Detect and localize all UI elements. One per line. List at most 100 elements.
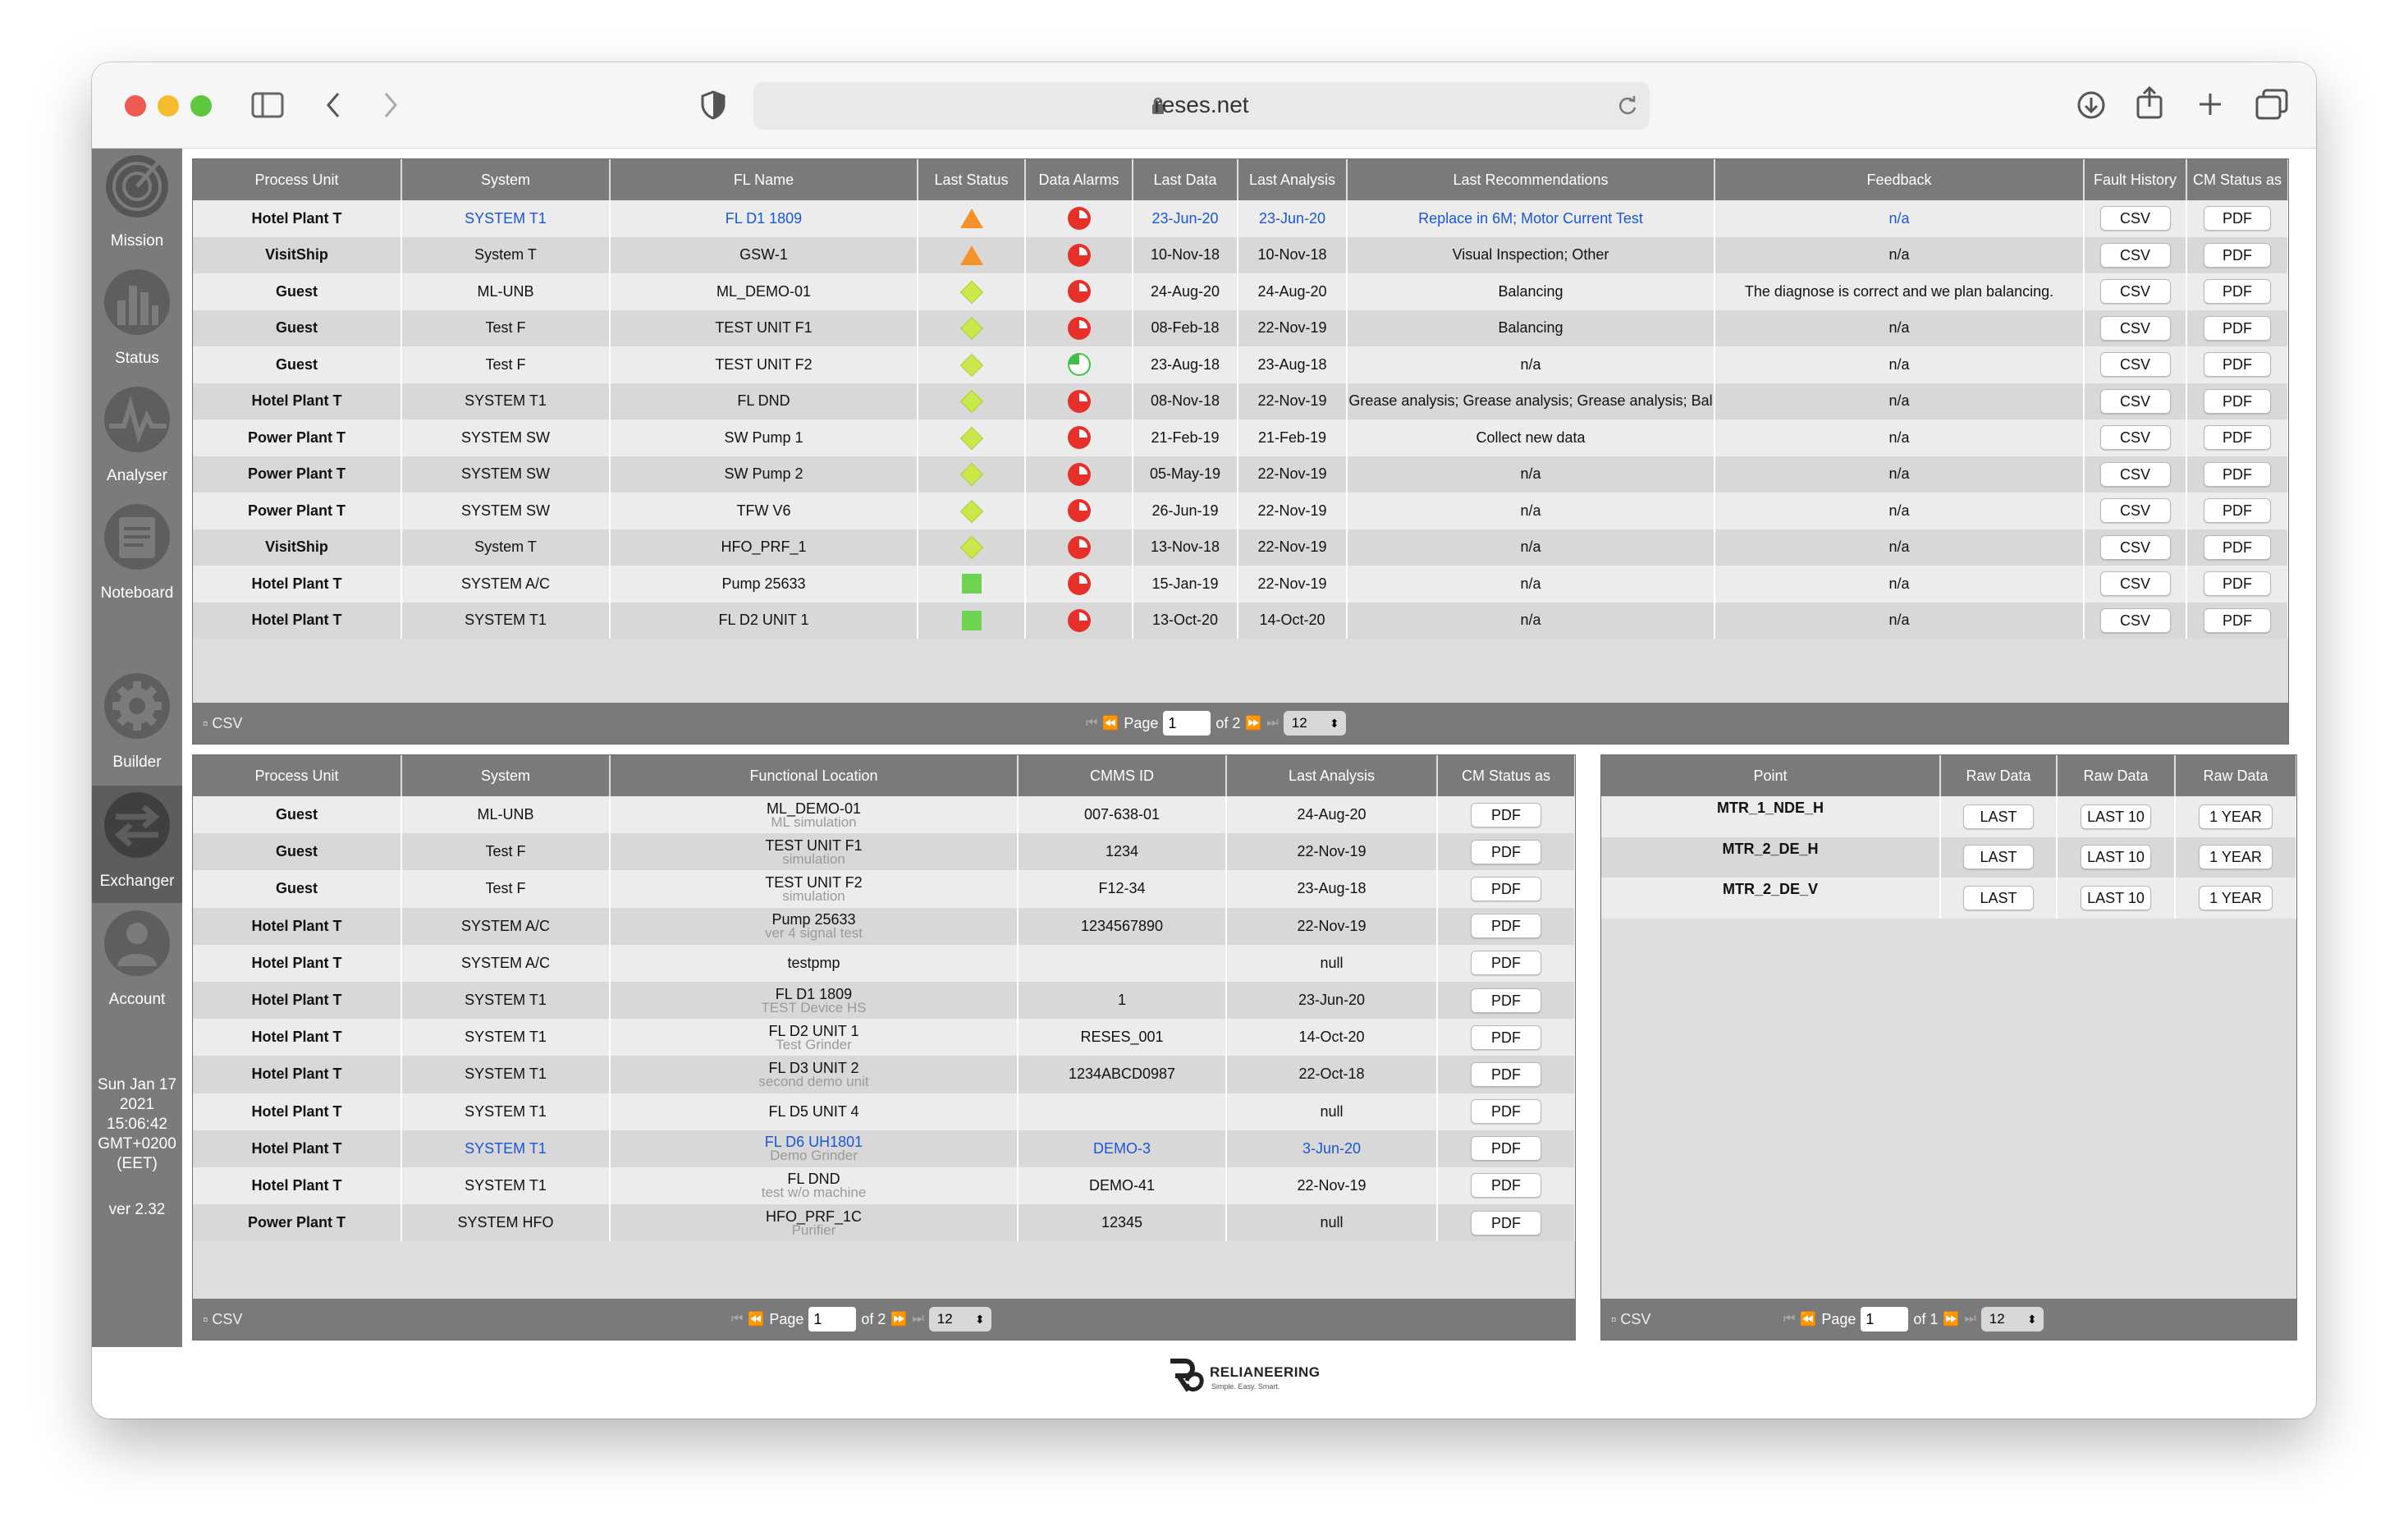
csv-button[interactable]: CSV bbox=[2099, 279, 2171, 305]
pdf-button[interactable]: PDF bbox=[2204, 425, 2271, 451]
page-input[interactable]: 1 bbox=[1163, 711, 1211, 736]
pdf-button[interactable]: PDF bbox=[2204, 279, 2271, 305]
pdf-button[interactable]: PDF bbox=[1471, 951, 1541, 976]
column-header[interactable]: Last Status bbox=[918, 159, 1026, 200]
column-header[interactable]: FL Name bbox=[610, 159, 918, 200]
pdf-button[interactable]: PDF bbox=[2204, 607, 2271, 633]
prev-page-icon[interactable]: ⏪ bbox=[1800, 1311, 1816, 1327]
first-page-icon[interactable]: ⏮ bbox=[1783, 1312, 1795, 1327]
column-header[interactable]: Raw Data bbox=[1940, 755, 2058, 796]
export-csv-link[interactable]: ▫ CSV bbox=[203, 1311, 242, 1328]
pdf-button[interactable]: PDF bbox=[1471, 839, 1541, 864]
pdf-button[interactable]: PDF bbox=[1471, 988, 1541, 1013]
last-10-button[interactable]: LAST 10 bbox=[2081, 845, 2151, 870]
sidebar-item-status[interactable]: Status bbox=[92, 266, 182, 381]
share-icon[interactable] bbox=[2136, 85, 2163, 120]
address-bar[interactable]: reses.net bbox=[753, 82, 1650, 130]
last-10-button[interactable]: LAST 10 bbox=[2081, 885, 2151, 910]
close-window-button[interactable] bbox=[125, 95, 146, 117]
pdf-button[interactable]: PDF bbox=[2204, 534, 2271, 560]
per-page-select[interactable]: 12 ⬍ bbox=[1283, 711, 1346, 736]
download-icon[interactable] bbox=[2076, 90, 2106, 120]
first-page-icon[interactable]: ⏮ bbox=[1086, 716, 1097, 731]
new-tab-icon[interactable] bbox=[2196, 90, 2224, 118]
pdf-button[interactable]: PDF bbox=[2204, 352, 2271, 378]
column-header[interactable]: Feedback bbox=[1714, 159, 2085, 200]
csv-button[interactable]: CSV bbox=[2099, 388, 2171, 414]
pdf-button[interactable]: PDF bbox=[1471, 1099, 1541, 1125]
column-header[interactable]: Last Data bbox=[1133, 159, 1238, 200]
sidebar-item-builder[interactable]: Builder bbox=[92, 670, 182, 785]
pdf-button[interactable]: PDF bbox=[2204, 461, 2271, 487]
column-header[interactable]: Functional Location bbox=[610, 755, 1019, 796]
pdf-button[interactable]: PDF bbox=[1471, 914, 1541, 939]
prev-page-icon[interactable]: ⏪ bbox=[748, 1311, 764, 1327]
csv-button[interactable]: CSV bbox=[2099, 425, 2171, 451]
last-button[interactable]: LAST bbox=[1963, 804, 2034, 829]
pdf-button[interactable]: PDF bbox=[1471, 1136, 1541, 1162]
per-page-select[interactable]: 12 ⬍ bbox=[1980, 1307, 2044, 1331]
pdf-button[interactable]: PDF bbox=[2204, 242, 2271, 268]
page-input[interactable]: 1 bbox=[1861, 1307, 1909, 1331]
sidebar-toggle-icon[interactable] bbox=[251, 92, 284, 118]
pdf-button[interactable]: PDF bbox=[2204, 315, 2271, 341]
csv-button[interactable]: CSV bbox=[2099, 571, 2171, 597]
last-button[interactable]: LAST bbox=[1963, 845, 2034, 870]
column-header[interactable]: Last Analysis bbox=[1226, 755, 1438, 796]
csv-button[interactable]: CSV bbox=[2099, 206, 2171, 231]
page-input[interactable]: 1 bbox=[808, 1307, 857, 1331]
export-csv-link[interactable]: ▫ CSV bbox=[1611, 1311, 1650, 1328]
pdf-button[interactable]: PDF bbox=[2204, 498, 2271, 524]
column-header[interactable]: CM Status as bbox=[2186, 159, 2288, 200]
csv-button[interactable]: CSV bbox=[2099, 498, 2171, 524]
export-csv-link[interactable]: ▫ CSV bbox=[203, 715, 242, 732]
column-header[interactable]: Raw Data bbox=[2175, 755, 2296, 796]
pdf-button[interactable]: PDF bbox=[1471, 1061, 1541, 1087]
per-page-select[interactable]: 12 ⬍ bbox=[928, 1307, 991, 1331]
column-header[interactable]: Raw Data bbox=[2057, 755, 2176, 796]
back-arrow-icon[interactable] bbox=[323, 90, 343, 120]
pdf-button[interactable]: PDF bbox=[2204, 388, 2271, 414]
csv-button[interactable]: CSV bbox=[2099, 461, 2171, 487]
column-header[interactable]: Data Alarms bbox=[1025, 159, 1133, 200]
pdf-button[interactable]: PDF bbox=[2204, 206, 2271, 231]
forward-arrow-icon[interactable] bbox=[381, 90, 401, 120]
column-header[interactable]: CM Status as bbox=[1437, 755, 1575, 796]
last-page-icon[interactable]: ⏭ bbox=[1266, 716, 1278, 731]
tab-overview-icon[interactable] bbox=[2255, 89, 2288, 120]
column-header[interactable]: System bbox=[401, 159, 611, 200]
last-10-button[interactable]: LAST 10 bbox=[2081, 804, 2151, 829]
one-year-button[interactable]: 1 YEAR bbox=[2199, 845, 2273, 870]
pdf-button[interactable]: PDF bbox=[1471, 1210, 1541, 1235]
last-page-icon[interactable]: ⏭ bbox=[912, 1312, 923, 1327]
csv-button[interactable]: CSV bbox=[2099, 534, 2171, 560]
column-header[interactable]: Fault History bbox=[2084, 159, 2187, 200]
pdf-button[interactable]: PDF bbox=[1471, 1173, 1541, 1199]
one-year-button[interactable]: 1 YEAR bbox=[2199, 804, 2273, 829]
column-header[interactable]: Point bbox=[1601, 755, 1941, 796]
pdf-button[interactable]: PDF bbox=[1471, 1024, 1541, 1050]
csv-button[interactable]: CSV bbox=[2099, 242, 2171, 268]
sidebar-item-mission[interactable]: Mission bbox=[92, 149, 182, 264]
column-header[interactable]: System bbox=[401, 755, 611, 796]
zoom-window-button[interactable] bbox=[190, 95, 212, 117]
last-page-icon[interactable]: ⏭ bbox=[1964, 1312, 1975, 1327]
pdf-button[interactable]: PDF bbox=[1471, 876, 1541, 901]
minimize-window-button[interactable] bbox=[158, 95, 179, 117]
csv-button[interactable]: CSV bbox=[2099, 315, 2171, 341]
one-year-button[interactable]: 1 YEAR bbox=[2199, 885, 2273, 910]
sidebar-item-exchanger[interactable]: Exchanger bbox=[92, 786, 182, 903]
sidebar-item-account[interactable]: Account bbox=[92, 907, 182, 1022]
sidebar-item-noteboard[interactable]: Noteboard bbox=[92, 501, 182, 616]
shield-icon[interactable] bbox=[701, 90, 726, 120]
csv-button[interactable]: CSV bbox=[2099, 352, 2171, 378]
first-page-icon[interactable]: ⏮ bbox=[731, 1312, 743, 1327]
sidebar-item-analyser[interactable]: Analyser bbox=[92, 383, 182, 498]
csv-button[interactable]: CSV bbox=[2099, 607, 2171, 633]
pdf-button[interactable]: PDF bbox=[2204, 571, 2271, 597]
pdf-button[interactable]: PDF bbox=[1471, 802, 1541, 827]
next-page-icon[interactable]: ⏩ bbox=[1943, 1311, 1959, 1327]
prev-page-icon[interactable]: ⏪ bbox=[1102, 715, 1119, 731]
column-header[interactable]: Process Unit bbox=[193, 159, 402, 200]
column-header[interactable]: Process Unit bbox=[193, 755, 402, 796]
